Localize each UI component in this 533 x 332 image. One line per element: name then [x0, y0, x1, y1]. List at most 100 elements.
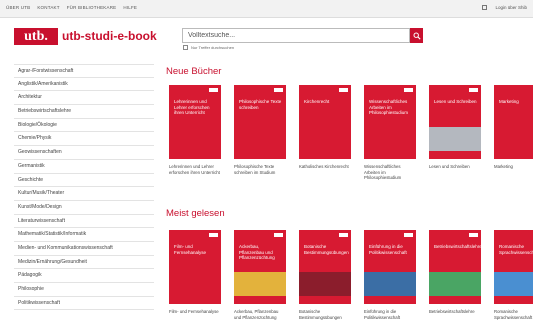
book-item[interactable]: Philosophische Texte schreiben Philosophi…: [234, 85, 286, 181]
login-icon: [482, 5, 488, 10]
utb-cover-mark: [339, 88, 348, 92]
book-cover-title: Philosophische Texte schreiben: [239, 99, 282, 110]
top-link-help[interactable]: HILFE: [123, 5, 137, 10]
book-cover[interactable]: Lehrerinnen und Lehrer erforschen ihren …: [169, 85, 221, 159]
sidebar-item[interactable]: Architektur: [14, 91, 154, 106]
filter-checkbox-label: Nur Treffer durchsuchen: [191, 45, 235, 50]
filter-checkbox-row[interactable]: Nur Treffer durchsuchen: [183, 45, 234, 50]
utb-cover-mark: [274, 88, 283, 92]
book-caption[interactable]: Marketing: [494, 164, 533, 170]
new-books-title: Neue Bücher: [166, 66, 222, 77]
book-item[interactable]: Romanische Sprachwissenschaft Romanische …: [494, 230, 533, 320]
book-cover-image: [234, 127, 286, 151]
search-button[interactable]: [410, 28, 423, 43]
book-cover[interactable]: Wissenschaftliches Arbeiten im Philosoph…: [364, 85, 416, 159]
sidebar-item[interactable]: Anglistik/Amerikanistik: [14, 78, 154, 92]
book-cover-title: Lesen und Schreiben: [434, 99, 477, 104]
sidebar-item[interactable]: Pädagogik: [14, 269, 154, 283]
sidebar-item[interactable]: Literaturwissenschaft: [14, 215, 154, 229]
sidebar-item[interactable]: Chemie/Physik: [14, 132, 154, 147]
book-cover[interactable]: Marketing: [494, 85, 533, 159]
utb-cover-mark: [469, 233, 478, 237]
sidebar-item[interactable]: Geschichte: [14, 174, 154, 188]
book-cover[interactable]: Lesen und Schreiben: [429, 85, 481, 159]
book-item[interactable]: Marketing Marketing: [494, 85, 533, 181]
book-cover[interactable]: Betriebswirtschaftslehre: [429, 230, 481, 304]
book-caption[interactable]: Philosophische Texte schreiben im Studiu…: [234, 164, 286, 175]
book-cover-title: Ackerbau, Pflanzenbau und Pflanzenzüchtu…: [239, 244, 275, 260]
book-cover-title: Wissenschaftliches Arbeiten im Philosoph…: [369, 99, 409, 115]
utb-cover-mark: [469, 88, 478, 92]
book-cover-title: Film- und Fernsehanalyse: [174, 244, 207, 255]
book-cover-image: [299, 272, 351, 296]
filter-checkbox[interactable]: [183, 45, 188, 50]
book-cover[interactable]: Film- und Fernsehanalyse: [169, 230, 221, 304]
sidebar-item[interactable]: Politikwissenschaft: [14, 297, 154, 311]
book-cover-title: Marketing: [499, 99, 519, 104]
book-cover[interactable]: Ackerbau, Pflanzenbau und Pflanzenzüchtu…: [234, 230, 286, 304]
sidebar-item[interactable]: Agrar-/Forstwissenschaft: [14, 64, 154, 78]
utb-cover-mark: [274, 233, 283, 237]
book-item[interactable]: Wissenschaftliches Arbeiten im Philosoph…: [364, 85, 416, 181]
book-cover-title: Kirchenrecht: [304, 99, 330, 104]
book-cover[interactable]: Botanische Bestimmungsübungen: [299, 230, 351, 304]
utb-cover-mark: [339, 233, 348, 237]
sidebar-item[interactable]: Mathematik/Statistik/Informatik: [14, 228, 154, 242]
book-item[interactable]: Ackerbau, Pflanzenbau und Pflanzenzüchtu…: [234, 230, 286, 320]
utb-logo[interactable]: utb.: [14, 28, 58, 45]
book-caption[interactable]: Wissenschaftliches Arbeiten im Philosoph…: [364, 164, 416, 181]
utb-cover-mark: [404, 88, 413, 92]
header: utb. utb-studi-e-book Nur Treffer durchs…: [0, 18, 533, 60]
book-caption[interactable]: Katholisches Kirchenrecht: [299, 164, 351, 170]
utb-cover-mark: [404, 233, 413, 237]
sidebar-item[interactable]: Medien- und Kommunikationswissenschaft: [14, 242, 154, 256]
sidebar-item[interactable]: Germanistik: [14, 160, 154, 174]
book-cover-image: [494, 272, 533, 296]
most-read-row: Film- und Fernsehanalyse Film- und Fernse…: [169, 230, 533, 320]
utb-cover-mark: [209, 88, 218, 92]
book-item[interactable]: Betriebswirtschaftslehre Betriebswirtscha…: [429, 230, 481, 320]
book-caption[interactable]: Ackerbau, Pflanzenbau und Pflanzenzüchtu…: [234, 309, 286, 320]
book-caption[interactable]: Film- und Fernsehanalyse: [169, 309, 221, 315]
book-cover[interactable]: Philosophische Texte schreiben: [234, 85, 286, 159]
sidebar-item[interactable]: Betriebswirtschaftslehre: [14, 105, 154, 119]
search-icon: [413, 32, 421, 40]
top-link-about[interactable]: ÜBER UTB: [6, 5, 30, 10]
sidebar-item[interactable]: Medizin/Ernährung/Gesundheit: [14, 256, 154, 270]
book-caption[interactable]: Lesen und Schreiben: [429, 164, 481, 170]
sidebar-item[interactable]: Kultur/Musik/Theater: [14, 187, 154, 201]
subject-sidebar: Agrar-/Forstwissenschaft Anglistik/Amerik…: [14, 64, 154, 311]
sidebar-item[interactable]: Biologie/Ökologie: [14, 119, 154, 133]
book-item[interactable]: Lesen und Schreiben Lesen und Schreiben: [429, 85, 481, 181]
book-item[interactable]: Einführung in die Politikwissenschaft Ein…: [364, 230, 416, 320]
search-input[interactable]: [182, 28, 410, 43]
book-caption[interactable]: Einführung in die Politikwissenschaft: [364, 309, 416, 320]
book-caption[interactable]: Botanische Bestimmungsübungen: [299, 309, 351, 320]
book-item[interactable]: Botanische Bestimmungsübungen Botanische …: [299, 230, 351, 320]
book-item[interactable]: Film- und Fernsehanalyse Film- und Fernse…: [169, 230, 221, 320]
login-link[interactable]: Login über Shib: [482, 5, 527, 10]
book-caption[interactable]: Lehrerinnen und Lehrer erforschen ihren …: [169, 164, 221, 175]
book-cover-image: [364, 272, 416, 296]
book-cover-title: Betriebswirtschaftslehre: [434, 244, 481, 249]
book-item[interactable]: Kirchenrecht Katholisches Kirchenrecht: [299, 85, 351, 181]
top-link-contact[interactable]: KONTAKT: [37, 5, 59, 10]
login-label: Login über Shib: [495, 5, 527, 10]
book-cover[interactable]: Romanische Sprachwissenschaft: [494, 230, 533, 304]
book-cover-title: Botanische Bestimmungsübungen: [304, 244, 349, 255]
book-caption[interactable]: Romanische Sprachwissenschaft: [494, 309, 533, 320]
top-bar: ÜBER UTB KONTAKT FÜR BIBLIOTHEKARE HILFE…: [0, 0, 533, 18]
book-cover[interactable]: Einführung in die Politikwissenschaft: [364, 230, 416, 304]
book-caption[interactable]: Betriebswirtschaftslehre: [429, 309, 481, 315]
book-cover[interactable]: Kirchenrecht: [299, 85, 351, 159]
utb-cover-mark: [209, 233, 218, 237]
book-item[interactable]: Lehrerinnen und Lehrer erforschen ihren …: [169, 85, 221, 181]
brand-name[interactable]: utb-studi-e-book: [62, 28, 157, 45]
top-link-librarians[interactable]: FÜR BIBLIOTHEKARE: [67, 5, 117, 10]
sidebar-item[interactable]: Geowissenschaften: [14, 146, 154, 160]
top-links: ÜBER UTB KONTAKT FÜR BIBLIOTHEKARE HILFE: [6, 5, 137, 10]
new-books-row: Lehrerinnen und Lehrer erforschen ihren …: [169, 85, 533, 181]
sidebar-item[interactable]: Philosophie: [14, 283, 154, 297]
book-cover-image: [364, 127, 416, 151]
sidebar-item[interactable]: Kunst/Mode/Design: [14, 201, 154, 215]
